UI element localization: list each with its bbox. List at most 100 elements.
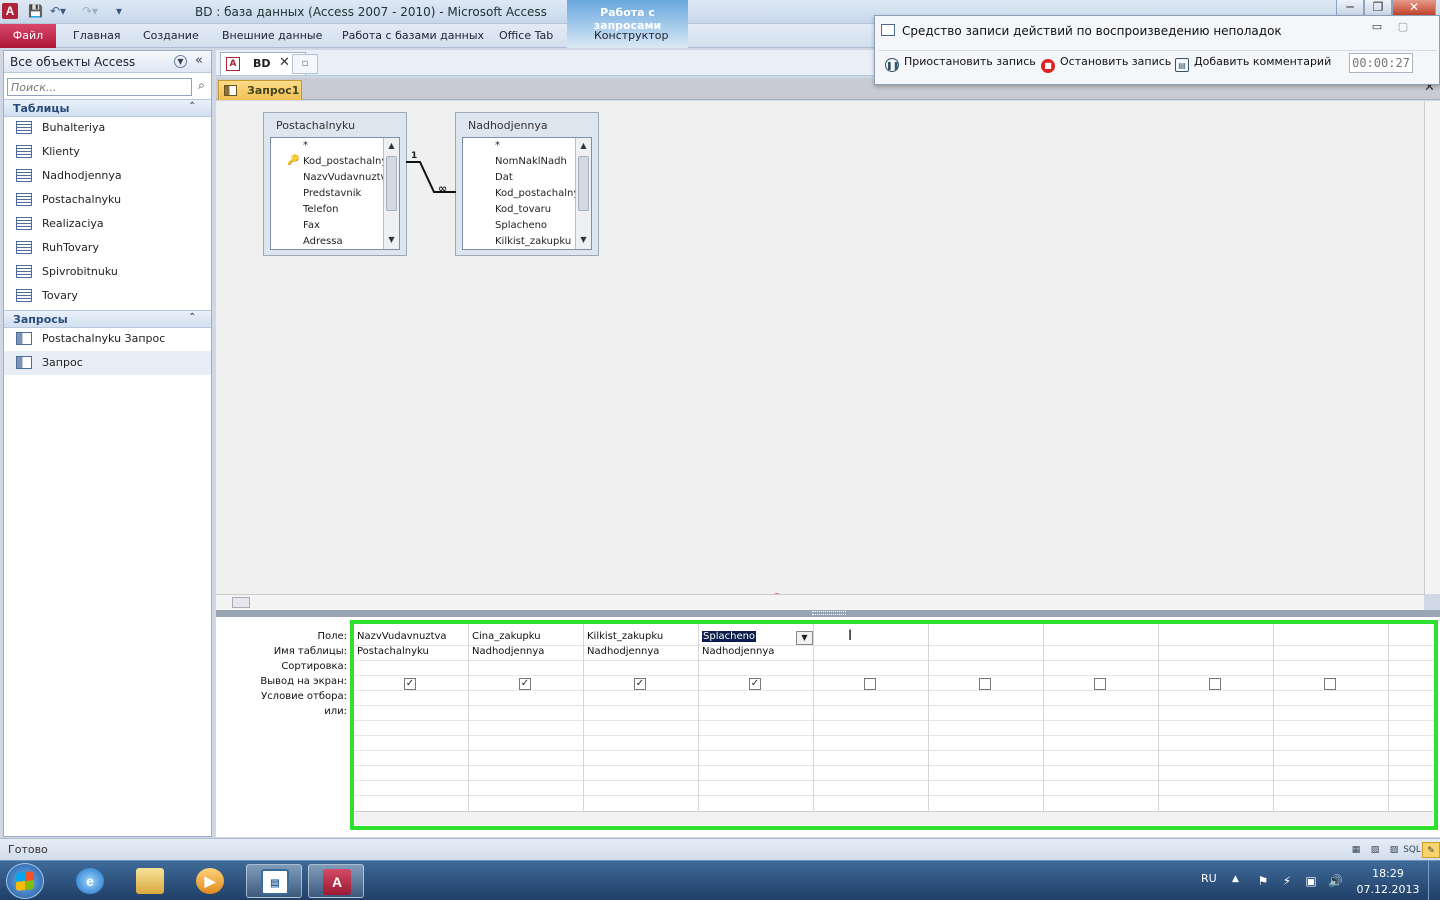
chevron-up-icon[interactable]: ⌃	[188, 312, 196, 323]
search-icon[interactable]: ⌕	[193, 78, 210, 96]
datasheet-view-icon[interactable]: ▦	[1347, 842, 1365, 858]
vertical-scrollbar[interactable]	[1424, 101, 1440, 594]
field-item[interactable]: *	[303, 140, 308, 156]
nav-item-postachalnyku[interactable]: Postachalnyku	[4, 188, 211, 212]
clock-date[interactable]: 07.12.2013	[1356, 883, 1420, 896]
sql-view-button[interactable]: SQL	[1403, 842, 1421, 858]
field-list[interactable]: * NomNaklNadh Dat Kod_postachalnyku Kod_…	[462, 137, 592, 250]
field-item[interactable]: Telefon	[303, 204, 338, 220]
nav-item-ruhtovary[interactable]: RuhTovary	[4, 236, 211, 260]
tab-query1[interactable]: Запрос1	[218, 80, 302, 100]
nav-item-query[interactable]: Запрос	[4, 351, 211, 375]
scroll-down-icon[interactable]: ▼	[577, 233, 590, 247]
nav-item-label: Klienty	[42, 145, 80, 158]
tab-file[interactable]: Файл	[0, 24, 56, 48]
table-box-nadhodjennya[interactable]: Nadhodjennya * NomNaklNadh Dat Kod_posta…	[455, 112, 599, 256]
tab-database-tools[interactable]: Работа с базами данных	[342, 29, 484, 42]
undo-icon[interactable]: ↶▾	[50, 4, 66, 18]
tray-expand-icon[interactable]: ▲	[1232, 874, 1239, 884]
taskbar-media-player[interactable]: ▶	[182, 864, 238, 898]
nav-header[interactable]: Все объекты Access ▼ «	[4, 51, 211, 73]
redo-icon[interactable]: ↷▾	[82, 4, 98, 18]
query-design-pane[interactable]: Postachalnyku * 🔑 Kod_postachalnyku Nazv…	[216, 101, 1424, 594]
horizontal-scrollbar[interactable]	[216, 594, 1424, 610]
tab-office-tab[interactable]: Office Tab	[499, 29, 553, 42]
field-item[interactable]: NomNaklNadh	[495, 156, 567, 172]
input-language[interactable]: RU	[1201, 872, 1217, 885]
start-button[interactable]	[6, 863, 44, 899]
table-box-postachalnyku[interactable]: Postachalnyku * 🔑 Kod_postachalnyku Nazv…	[263, 112, 407, 256]
table-icon	[16, 265, 32, 278]
tab-create[interactable]: Создание	[143, 29, 199, 42]
access-logo-icon[interactable]: A	[2, 3, 18, 19]
pivot-table-view-icon[interactable]: ▧	[1366, 842, 1384, 858]
nav-item-klienty[interactable]: Klienty	[4, 140, 211, 164]
navigation-pane: Все объекты Access ▼ « ⌕ Таблицы ⌃ Buhal…	[3, 50, 212, 837]
power-icon[interactable]: ⚡	[1280, 874, 1294, 888]
nav-item-nadhodjennya[interactable]: Nadhodjennya	[4, 164, 211, 188]
new-document-icon[interactable]: ▫	[292, 54, 318, 74]
group-label: Таблицы	[13, 102, 70, 115]
relationship-line[interactable]	[404, 158, 464, 198]
show-desktop-button[interactable]	[1428, 861, 1440, 900]
stop-record-button[interactable]: ■ Остановить запись	[1041, 55, 1171, 73]
nav-item-postachalnyku-query[interactable]: Postachalnyku Запрос	[4, 327, 211, 351]
nav-item-label: Postachalnyku Запрос	[42, 332, 166, 345]
field-list-scrollbar[interactable]: ▲ ▼	[575, 138, 591, 249]
action-center-icon[interactable]: ⚑	[1256, 874, 1270, 888]
nav-item-label: Realizaciya	[42, 217, 104, 230]
nav-item-tovary[interactable]: Tovary	[4, 284, 211, 308]
recorder-maximize-button[interactable]: ▢	[1391, 20, 1415, 36]
scroll-down-icon[interactable]: ▼	[385, 233, 398, 247]
pane-splitter[interactable]	[216, 610, 1440, 617]
scroll-up-icon[interactable]: ▲	[385, 139, 398, 153]
tab-home[interactable]: Главная	[73, 29, 121, 42]
restore-button[interactable]: ❐	[1364, 0, 1392, 16]
taskbar-ie[interactable]: e	[62, 864, 118, 898]
taskbar-access[interactable]: A	[308, 864, 364, 898]
nav-item-realizaciya[interactable]: Realizaciya	[4, 212, 211, 236]
field-item[interactable]: NazvVudavnuztva	[303, 172, 393, 188]
field-item[interactable]: Kilkist_zakupku	[495, 236, 571, 249]
field-item[interactable]: *	[495, 140, 500, 156]
nav-item-spivrobitnuku[interactable]: Spivrobitnuku	[4, 260, 211, 284]
field-item[interactable]: Splacheno	[495, 220, 547, 236]
scroll-thumb[interactable]	[578, 156, 589, 211]
close-window-button[interactable]: ✕	[1392, 0, 1436, 16]
pivot-chart-view-icon[interactable]: ▨	[1385, 842, 1403, 858]
tab-design[interactable]: Конструктор	[594, 29, 668, 42]
nav-item-buhalteriya[interactable]: Buhalteriya	[4, 116, 211, 140]
chevron-down-icon[interactable]: ▼	[174, 55, 187, 68]
volume-icon[interactable]: 🔊	[1328, 874, 1343, 888]
group-tables[interactable]: Таблицы ⌃	[4, 99, 211, 117]
field-item[interactable]: Kod_tovaru	[495, 204, 551, 220]
scroll-thumb[interactable]	[232, 597, 250, 608]
taskbar-explorer[interactable]	[122, 864, 178, 898]
customize-qat-icon[interactable]: ▾	[116, 4, 122, 18]
search-input[interactable]	[7, 78, 192, 96]
tab-external-data[interactable]: Внешние данные	[222, 29, 322, 42]
field-item[interactable]: Fax	[303, 220, 320, 236]
field-item[interactable]: Adressa	[303, 236, 343, 249]
field-item[interactable]: Dat	[495, 172, 513, 188]
field-list[interactable]: * 🔑 Kod_postachalnyku NazvVudavnuztva Pr…	[270, 137, 400, 250]
collapse-pane-icon[interactable]: «	[195, 53, 203, 68]
design-view-icon[interactable]: ✎	[1422, 842, 1440, 858]
group-queries[interactable]: Запросы ⌃	[4, 310, 211, 328]
field-list-scrollbar[interactable]: ▲ ▼	[383, 138, 399, 249]
scroll-thumb[interactable]	[386, 156, 397, 211]
splitter-grip[interactable]	[812, 611, 846, 615]
chevron-up-icon[interactable]: ⌃	[188, 101, 196, 112]
scroll-up-icon[interactable]: ▲	[577, 139, 590, 153]
clock-time[interactable]: 18:29	[1370, 867, 1406, 880]
network-icon[interactable]: ▣	[1304, 874, 1318, 888]
add-comment-button[interactable]: ▤ Добавить комментарий	[1175, 55, 1331, 72]
field-item[interactable]: Predstavnik	[303, 188, 361, 204]
recording-timer: 00:00:27	[1349, 53, 1413, 73]
minimize-button[interactable]: ─	[1336, 0, 1364, 16]
close-icon[interactable]: ✕	[279, 55, 290, 70]
recorder-minimize-button[interactable]: ▭	[1365, 20, 1389, 36]
taskbar-steps-recorder[interactable]: ▤	[246, 864, 302, 898]
pause-record-button[interactable]: ❚❚ Приостановить запись	[885, 55, 1036, 72]
save-icon[interactable]: 💾	[28, 4, 43, 18]
